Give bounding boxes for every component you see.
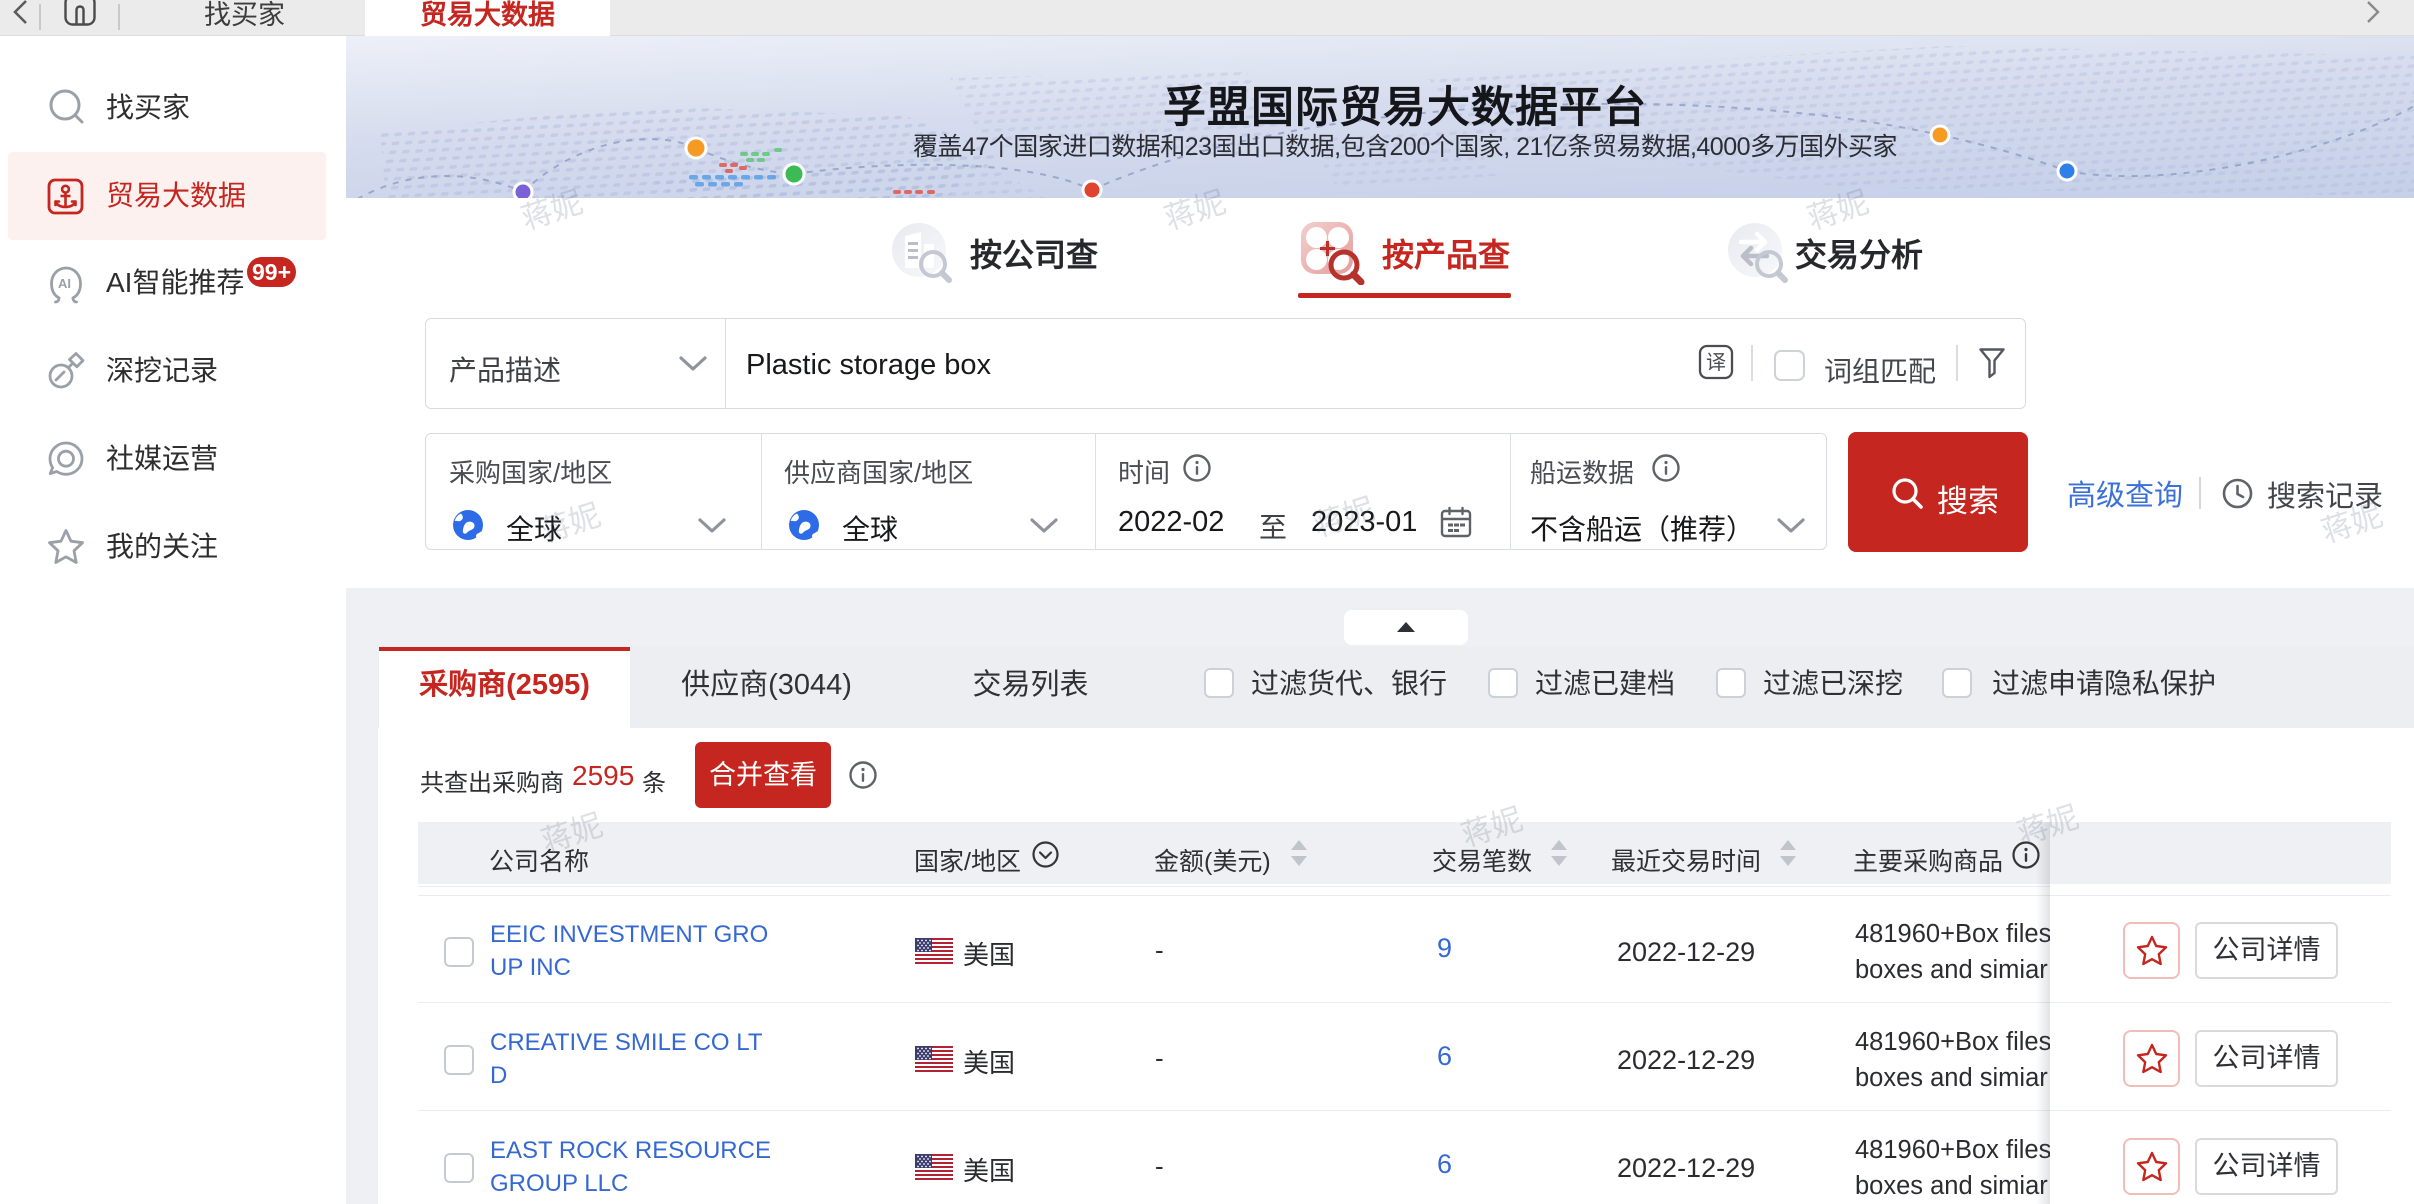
svg-text:译: 译 <box>1706 351 1726 374</box>
svg-text:AI: AI <box>58 276 71 291</box>
